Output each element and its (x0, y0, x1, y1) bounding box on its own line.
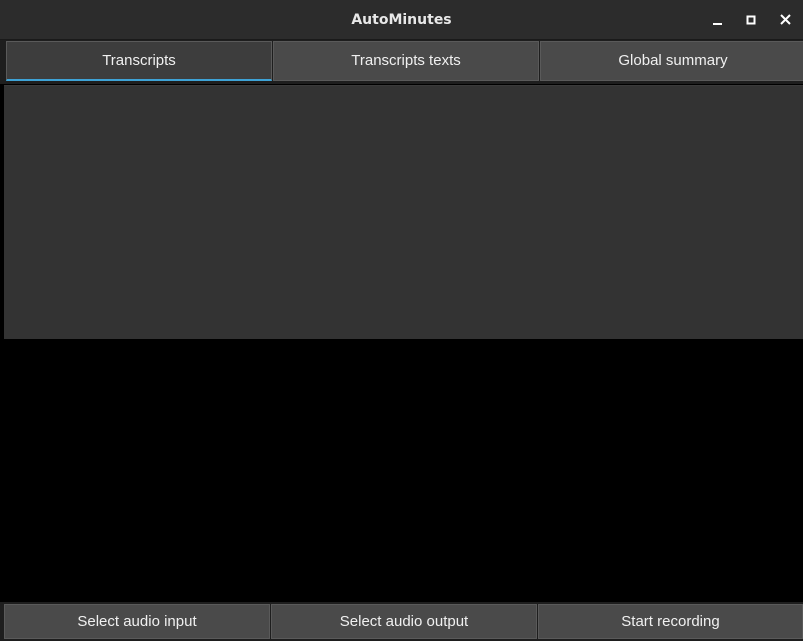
close-icon[interactable] (776, 10, 796, 30)
action-bar: Select audio input Select audio output S… (0, 602, 803, 641)
select-audio-output-button[interactable]: Select audio output (271, 604, 537, 639)
select-audio-input-button[interactable]: Select audio input (4, 604, 270, 639)
transcripts-list-panel[interactable] (4, 85, 803, 339)
tab-global-summary[interactable]: Global summary (540, 41, 803, 81)
tab-bar: Transcripts Transcripts texts Global sum… (0, 40, 803, 84)
tab-transcripts[interactable]: Transcripts (6, 41, 272, 81)
app-window: AutoMinutes Transcripts Transcripts text… (0, 0, 803, 641)
transcript-view-area (4, 339, 803, 602)
tab-transcripts-texts[interactable]: Transcripts texts (273, 41, 539, 81)
minimize-icon[interactable] (708, 10, 728, 30)
start-recording-button[interactable]: Start recording (538, 604, 803, 639)
title-bar[interactable]: AutoMinutes (0, 0, 803, 40)
window-title: AutoMinutes (351, 12, 452, 28)
maximize-icon[interactable] (742, 10, 762, 30)
